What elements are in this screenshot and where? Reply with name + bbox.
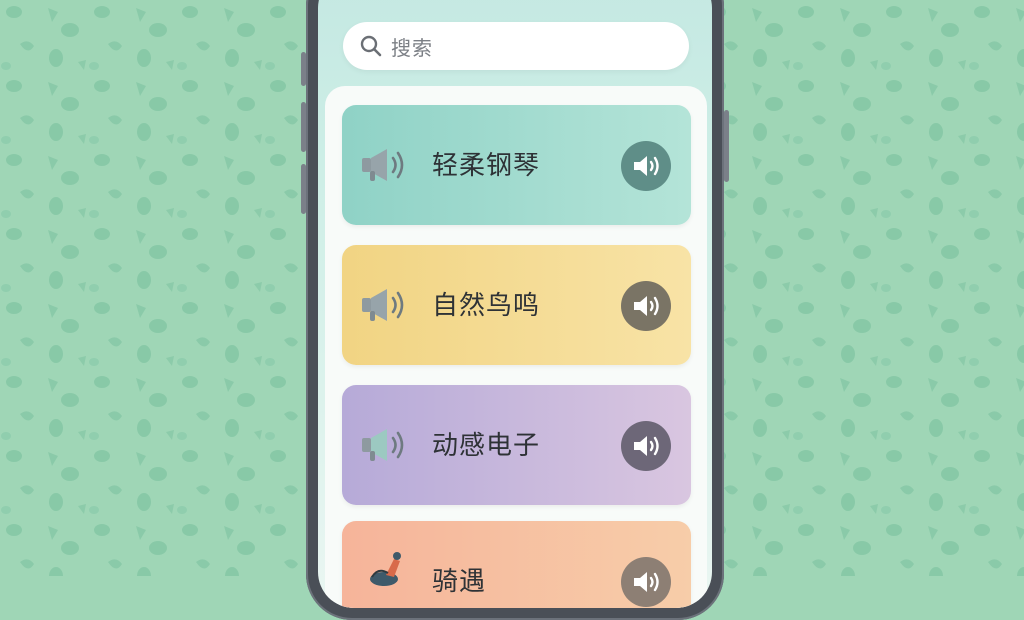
play-sound-button[interactable] bbox=[621, 281, 671, 331]
sound-card-riding[interactable]: 骑遇 bbox=[342, 521, 691, 608]
phone-frame: 搜索 轻柔钢琴 自然鸟鸣 动感电子 骑遇 bbox=[301, 0, 729, 620]
volume-down-button bbox=[301, 164, 306, 214]
side-button bbox=[301, 52, 306, 86]
volume-up-button bbox=[301, 102, 306, 152]
sound-title: 自然鸟鸣 bbox=[432, 291, 541, 321]
search-input[interactable]: 搜索 bbox=[343, 22, 689, 70]
speaker-icon bbox=[634, 436, 659, 456]
power-button bbox=[724, 110, 729, 182]
search-icon bbox=[360, 35, 382, 57]
sound-card-birds[interactable]: 自然鸟鸣 bbox=[342, 245, 691, 365]
megaphone-icon bbox=[362, 289, 404, 321]
speaker-icon bbox=[634, 296, 659, 316]
search-placeholder: 搜索 bbox=[391, 35, 433, 60]
sound-title: 骑遇 bbox=[432, 567, 487, 597]
play-sound-button[interactable] bbox=[621, 421, 671, 471]
play-sound-button[interactable] bbox=[621, 557, 671, 607]
sound-card-piano[interactable]: 轻柔钢琴 bbox=[342, 105, 691, 225]
speaker-icon bbox=[634, 572, 659, 592]
megaphone-icon bbox=[362, 149, 404, 181]
speaker-icon bbox=[634, 156, 659, 176]
sound-title: 轻柔钢琴 bbox=[432, 151, 541, 181]
sound-title: 动感电子 bbox=[432, 431, 541, 461]
rider-icon bbox=[370, 552, 401, 586]
megaphone-icon bbox=[362, 429, 404, 461]
play-sound-button[interactable] bbox=[621, 141, 671, 191]
sound-card-electronic[interactable]: 动感电子 bbox=[342, 385, 691, 505]
phone-screen: 搜索 轻柔钢琴 自然鸟鸣 动感电子 骑遇 bbox=[318, 0, 712, 608]
